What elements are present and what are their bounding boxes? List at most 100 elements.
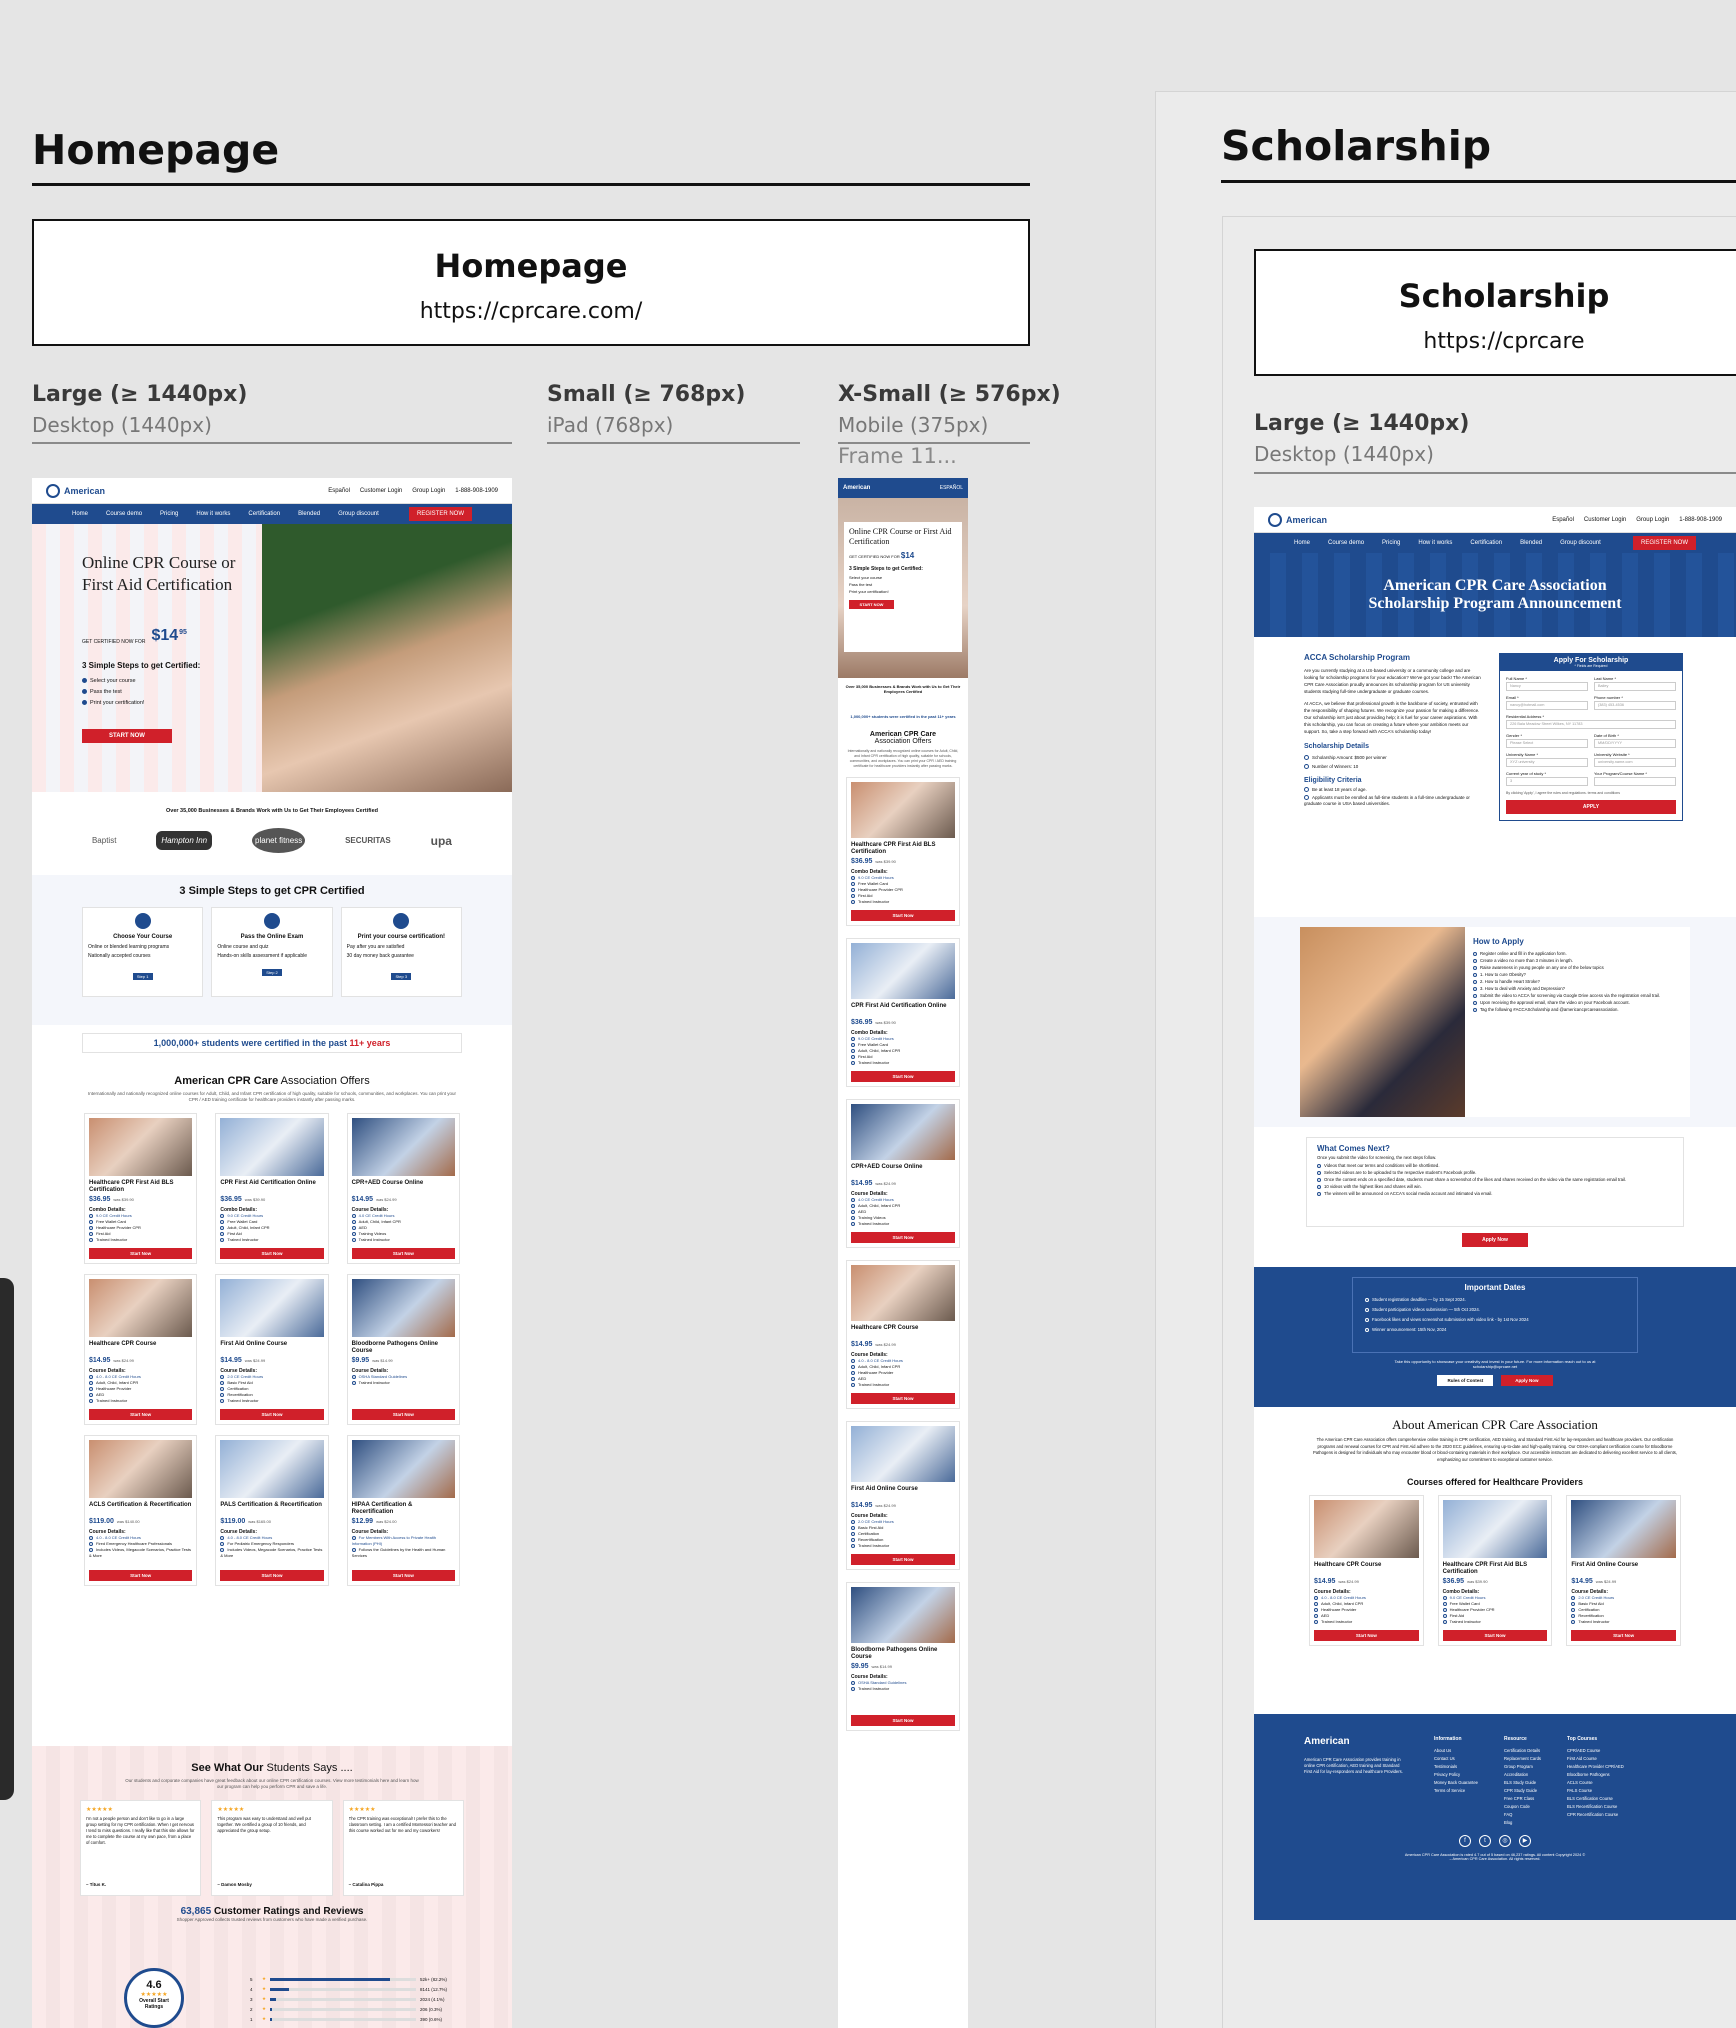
footer-link[interactable]: BLS Certification Course (1567, 1795, 1624, 1803)
nav-how-it-works[interactable]: How it works (196, 511, 230, 517)
group-login-link[interactable]: Group Login (412, 488, 445, 494)
start-now-button[interactable]: Start Now (220, 1409, 324, 1420)
start-now-button[interactable]: Start Now (851, 910, 955, 921)
nav-certification[interactable]: Certification (248, 511, 280, 517)
course-name[interactable]: Healthcare CPR First Aid BLS Certificati… (89, 1180, 192, 1194)
footer-link[interactable]: BLS Study Guide (1504, 1779, 1541, 1787)
form-field-input[interactable]: Please Select (1506, 739, 1588, 748)
hero-start-button[interactable]: START NOW (82, 729, 172, 743)
form-field-input[interactable]: nancy@hotmail.com (1506, 701, 1588, 710)
sch-nav-group-discount[interactable]: Group discount (1560, 540, 1601, 546)
sch-customer-login-link[interactable]: Customer Login (1584, 517, 1626, 523)
course-name[interactable]: Healthcare CPR Course (89, 1341, 192, 1355)
nav-blended[interactable]: Blended (298, 511, 320, 517)
footer-link[interactable]: ACLS Course (1567, 1779, 1624, 1787)
course-name[interactable]: CPR First Aid Certification Online (851, 1003, 955, 1017)
course-name[interactable]: ACLS Certification & Recertification (89, 1502, 192, 1516)
course-name[interactable]: PALS Certification & Recertification (220, 1502, 323, 1516)
instagram-icon[interactable]: ◎ (1499, 1835, 1511, 1847)
footer-link[interactable]: CPR/AED Course (1567, 1747, 1624, 1755)
start-now-button[interactable]: Start Now (220, 1570, 324, 1581)
form-field-input[interactable]: XYZ university (1506, 758, 1588, 767)
footer-link[interactable]: Group Program (1504, 1763, 1541, 1771)
course-name[interactable]: CPR First Aid Certification Online (220, 1180, 323, 1194)
form-field-input[interactable]: Bailey (1594, 682, 1676, 691)
homepage-mobile-frame[interactable]: American ESPAÑOL Online CPR Course or Fi… (838, 478, 968, 2028)
footer-link[interactable]: CPR Recertification Course (1567, 1811, 1624, 1819)
footer-link[interactable]: FAQ (1504, 1811, 1541, 1819)
start-now-button[interactable]: Start Now (851, 1715, 955, 1726)
footer-link[interactable]: Accreditation (1504, 1771, 1541, 1779)
footer-link[interactable]: Bloodborne Pathogens (1567, 1771, 1624, 1779)
mobile-start-button[interactable]: START NOW (849, 600, 894, 609)
start-now-button[interactable]: Start Now (851, 1071, 955, 1082)
start-now-button[interactable]: Start Now (220, 1248, 324, 1259)
sch-apply-now-button[interactable]: Apply Now (1462, 1233, 1528, 1247)
form-field-input[interactable]: (383) 453-4536 (1594, 701, 1676, 710)
course-name[interactable]: First Aid Online Course (851, 1486, 955, 1500)
footer-link[interactable]: Testimonials (1434, 1763, 1478, 1771)
sch-group-login-link[interactable]: Group Login (1636, 517, 1669, 523)
sch-apply-button[interactable]: APPLY (1506, 800, 1676, 814)
footer-link[interactable]: Free CPR Class (1504, 1795, 1541, 1803)
start-now-button[interactable]: Start Now (89, 1248, 193, 1259)
sch-nav-course-demo[interactable]: Course demo (1328, 540, 1364, 546)
scholarship-desktop-frame[interactable]: American Español Customer Login Group Lo… (1254, 507, 1736, 1920)
youtube-icon[interactable]: ▶ (1519, 1835, 1531, 1847)
course-name[interactable]: Healthcare CPR First Aid BLS Certificati… (851, 842, 955, 856)
sch-nav-home[interactable]: Home (1294, 540, 1310, 546)
footer-link[interactable]: Terms of Service (1434, 1787, 1478, 1795)
mobile-logo[interactable]: American (843, 485, 870, 491)
start-now-button[interactable]: Start Now (351, 1248, 455, 1259)
footer-link[interactable]: CPR Study Guide (1504, 1787, 1541, 1795)
course-name[interactable]: Healthcare CPR First Aid BLS Certificati… (1443, 1562, 1548, 1576)
twitter-icon[interactable]: t (1479, 1835, 1491, 1847)
start-now-button[interactable]: Start Now (1571, 1630, 1676, 1641)
start-now-button[interactable]: Start Now (89, 1409, 193, 1420)
footer-link[interactable]: Coupon Code (1504, 1803, 1541, 1811)
footer-link[interactable]: Certification Details (1504, 1747, 1541, 1755)
sch-register-button[interactable]: REGISTER NOW (1632, 536, 1696, 550)
footer-link[interactable]: About Us (1434, 1747, 1478, 1755)
nav-pricing[interactable]: Pricing (160, 511, 178, 517)
start-now-button[interactable]: Start Now (1314, 1630, 1419, 1641)
course-name[interactable]: HIPAA Certification & Recertification (352, 1502, 455, 1516)
sch-nav-blended[interactable]: Blended (1520, 540, 1542, 546)
footer-link[interactable]: PALS Course (1567, 1787, 1624, 1795)
course-name[interactable]: Bloodborne Pathogens Online Course (851, 1647, 955, 1661)
sch-site-logo[interactable]: American (1268, 512, 1327, 527)
nav-course-demo[interactable]: Course demo (106, 511, 142, 517)
facebook-icon[interactable]: f (1459, 1835, 1471, 1847)
course-name[interactable]: Bloodborne Pathogens Online Course (352, 1341, 455, 1355)
start-now-button[interactable]: Start Now (851, 1393, 955, 1404)
course-name[interactable]: Healthcare CPR Course (851, 1325, 955, 1339)
footer-link[interactable]: Replacement Cards (1504, 1755, 1541, 1763)
form-field-input[interactable]: 3 (1506, 777, 1588, 786)
language-link[interactable]: Español (328, 488, 350, 494)
start-now-button[interactable]: Start Now (351, 1409, 455, 1420)
form-field-input[interactable] (1594, 777, 1676, 786)
footer-link[interactable]: Healthcare Provider CPR/AED (1567, 1763, 1624, 1771)
nav-home[interactable]: Home (72, 511, 88, 517)
sch-language-link[interactable]: Español (1552, 517, 1574, 523)
start-now-button[interactable]: Start Now (851, 1232, 955, 1243)
sch-footer-logo[interactable]: American (1304, 1736, 1404, 1747)
sch-nav-certification[interactable]: Certification (1470, 540, 1502, 546)
course-name[interactable]: First Aid Online Course (220, 1341, 323, 1355)
phone-link[interactable]: 1-888-908-1909 (455, 488, 498, 494)
sch-nav-how-it-works[interactable]: How it works (1418, 540, 1452, 546)
footer-link[interactable]: Money Back Guarantee (1434, 1779, 1478, 1787)
course-name[interactable]: First Aid Online Course (1571, 1562, 1676, 1576)
form-field-input[interactable]: university.name.com (1594, 758, 1676, 767)
homepage-desktop-frame[interactable]: American Español Customer Login Group Lo… (32, 478, 512, 2028)
site-logo[interactable]: American (46, 483, 105, 498)
customer-login-link[interactable]: Customer Login (360, 488, 402, 494)
course-name[interactable]: CPR+AED Course Online (352, 1180, 455, 1194)
frame-label[interactable]: Frame 11... (838, 444, 957, 468)
sch-nav-pricing[interactable]: Pricing (1382, 540, 1400, 546)
course-name[interactable]: CPR+AED Course Online (851, 1164, 955, 1178)
course-name[interactable]: Healthcare CPR Course (1314, 1562, 1419, 1576)
start-now-button[interactable]: Start Now (351, 1570, 455, 1581)
footer-link[interactable]: Blog (1504, 1819, 1541, 1827)
start-now-button[interactable]: Start Now (89, 1570, 193, 1581)
